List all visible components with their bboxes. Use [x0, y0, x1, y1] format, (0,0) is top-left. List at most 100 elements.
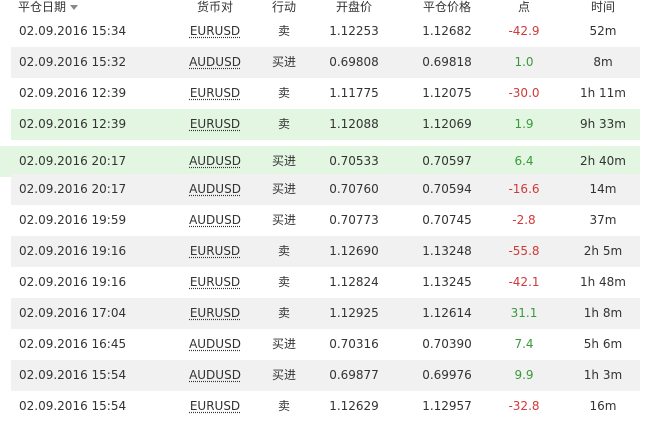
cell-open-price-value: 1.12253: [329, 24, 379, 38]
cell-action: 卖: [252, 109, 316, 140]
cell-close-date-value: 02.09.2016 15:34: [19, 24, 127, 38]
cell-action-value: 买进: [271, 55, 296, 69]
cell-close-date-value: 02.09.2016 17:04: [19, 306, 127, 320]
cell-close-price-value: 1.12069: [422, 117, 472, 131]
cell-points: 31.1: [504, 298, 544, 329]
cell-points-value: 1.9: [514, 117, 534, 131]
cell-pair: EURUSD: [183, 16, 247, 47]
cell-open-price-value: 0.69808: [329, 55, 379, 69]
cell-action-value: 买进: [271, 213, 296, 227]
cell-close-date: 02.09.2016 19:16: [15, 236, 129, 267]
cell-points-value: 31.1: [510, 306, 538, 320]
cell-close-price: 1.12075: [410, 78, 484, 109]
cell-time-value: 14m: [589, 182, 617, 196]
cell-action-value: 买进: [271, 154, 296, 168]
cell-action-value: 买进: [271, 337, 296, 351]
cell-close-price-value: 0.70745: [422, 213, 472, 227]
cell-action: 卖: [252, 78, 316, 109]
cell-close-date: 02.09.2016 15:54: [15, 391, 129, 422]
cell-close-date-value: 02.09.2016 19:16: [19, 275, 127, 289]
cell-close-date-value: 02.09.2016 19:59: [19, 213, 127, 227]
cell-close-price: 0.69818: [410, 47, 484, 78]
cell-pair-value[interactable]: EURUSD: [190, 275, 240, 289]
table-row[interactable]: 02.09.2016 15:54 EURUSD 卖 1.12629 1.12957 -32…: [11, 391, 640, 422]
sort-desc-icon[interactable]: [70, 5, 79, 10]
cell-points: 1.0: [504, 47, 544, 78]
cell-time: 37m: [571, 205, 635, 236]
cell-pair: EURUSD: [183, 391, 247, 422]
cell-points: 6.4: [504, 146, 544, 177]
cell-time: 8m: [571, 47, 635, 78]
cell-action: 卖: [252, 236, 316, 267]
cell-time-value: 1h 48m: [579, 275, 626, 289]
cell-pair-value[interactable]: AUDUSD: [189, 154, 241, 168]
cell-pair: AUDUSD: [183, 174, 247, 205]
header-action[interactable]: 行动: [252, 0, 316, 16]
table-row[interactable]: 02.09.2016 19:59 AUDUSD 买进 0.70773 0.70745 -2…: [11, 205, 640, 236]
cell-close-date-value: 02.09.2016 15:54: [19, 368, 127, 382]
cell-open-price: 0.70533: [322, 146, 386, 177]
cell-pair-value[interactable]: EURUSD: [190, 24, 240, 38]
table-row[interactable]: 02.09.2016 15:32 AUDUSD 买进 0.69808 0.69818 1.…: [11, 47, 640, 78]
table-row[interactable]: 02.09.2016 12:39 EURUSD 卖 1.12088 1.12069 1.9…: [11, 109, 640, 140]
cell-open-price-value: 0.70316: [329, 337, 379, 351]
cell-open-price-value: 1.12088: [329, 117, 379, 131]
cell-pair-value[interactable]: EURUSD: [190, 117, 240, 131]
cell-open-price: 1.12690: [322, 236, 386, 267]
cell-close-date-value: 02.09.2016 19:16: [19, 244, 127, 258]
cell-close-price-value: 0.69976: [422, 368, 472, 382]
cell-time: 2h 5m: [571, 236, 635, 267]
cell-open-price-value: 0.70760: [329, 182, 379, 196]
table-row[interactable]: 02.09.2016 15:34 EURUSD 卖 1.12253 1.12682 -42…: [11, 16, 640, 47]
cell-open-price-value: 1.12824: [329, 275, 379, 289]
cell-close-price: 1.12069: [410, 109, 484, 140]
table-row[interactable]: 02.09.2016 12:39 EURUSD 卖 1.11775 1.12075 -30…: [11, 78, 640, 109]
cell-points: 1.9: [504, 109, 544, 140]
cell-pair-value[interactable]: AUDUSD: [189, 368, 241, 382]
cell-action: 卖: [252, 267, 316, 298]
cell-time-value: 9h 33m: [579, 117, 626, 131]
header-pair[interactable]: 货币对: [183, 0, 247, 16]
table-row[interactable]: 02.09.2016 15:54 AUDUSD 买进 0.69877 0.69976 9.…: [11, 360, 640, 391]
cell-close-price-value: 1.12614: [422, 306, 472, 320]
header-points[interactable]: 点: [504, 0, 544, 16]
table-row[interactable]: 02.09.2016 17:04 EURUSD 卖 1.12925 1.12614 31.…: [11, 298, 640, 329]
cell-points-value: 9.9: [514, 368, 534, 382]
header-close-price[interactable]: 平仓价格: [410, 0, 484, 16]
table-row[interactable]: 02.09.2016 19:16 EURUSD 卖 1.12824 1.13245 -42…: [11, 267, 640, 298]
cell-close-date-value: 02.09.2016 15:54: [19, 399, 127, 413]
cell-pair-value[interactable]: EURUSD: [190, 244, 240, 258]
cell-action: 卖: [252, 16, 316, 47]
cell-pair-value[interactable]: AUDUSD: [189, 182, 241, 196]
cell-pair-value[interactable]: AUDUSD: [189, 337, 241, 351]
cell-open-price-value: 0.69877: [329, 368, 379, 382]
cell-pair-value[interactable]: EURUSD: [190, 306, 240, 320]
header-open-price[interactable]: 开盘价: [322, 0, 386, 16]
table-row[interactable]: 02.09.2016 16:45 AUDUSD 买进 0.70316 0.70390 7.…: [11, 329, 640, 360]
header-time[interactable]: 时间: [571, 0, 635, 16]
cell-pair: EURUSD: [183, 298, 247, 329]
table-header: 平仓日期 货币对 行动 开盘价 平仓价格 点 时间: [0, 0, 662, 16]
cell-pair-value[interactable]: EURUSD: [190, 86, 240, 100]
cell-open-price: 0.69808: [322, 47, 386, 78]
cell-action: 买进: [252, 174, 316, 205]
cell-time-value: 37m: [589, 213, 617, 227]
cell-time: 1h 11m: [571, 78, 635, 109]
cell-action-value: 卖: [277, 24, 290, 38]
cell-pair-value[interactable]: AUDUSD: [189, 55, 241, 69]
table-row[interactable]: 02.09.2016 20:17 AUDUSD 买进 0.70760 0.70594 -1…: [11, 174, 640, 205]
cell-pair-value[interactable]: AUDUSD: [189, 213, 241, 227]
cell-close-price-value: 0.70390: [422, 337, 472, 351]
cell-time-value: 2h 5m: [583, 244, 623, 258]
cell-open-price: 0.70316: [322, 329, 386, 360]
cell-points: -42.9: [504, 16, 544, 47]
cell-time-value: 1h 11m: [579, 86, 626, 100]
cell-time-value: 1h 3m: [583, 368, 623, 382]
cell-pair-value[interactable]: EURUSD: [190, 399, 240, 413]
cell-close-price: 1.13245: [410, 267, 484, 298]
cell-points-value: -55.8: [508, 244, 540, 258]
cell-pair: AUDUSD: [183, 205, 247, 236]
table-row[interactable]: 02.09.2016 20:17 AUDUSD 买进 0.70533 0.70597 6.…: [0, 146, 640, 177]
header-close-date[interactable]: 平仓日期: [18, 0, 108, 16]
table-row[interactable]: 02.09.2016 19:16 EURUSD 卖 1.12690 1.13248 -55…: [11, 236, 640, 267]
